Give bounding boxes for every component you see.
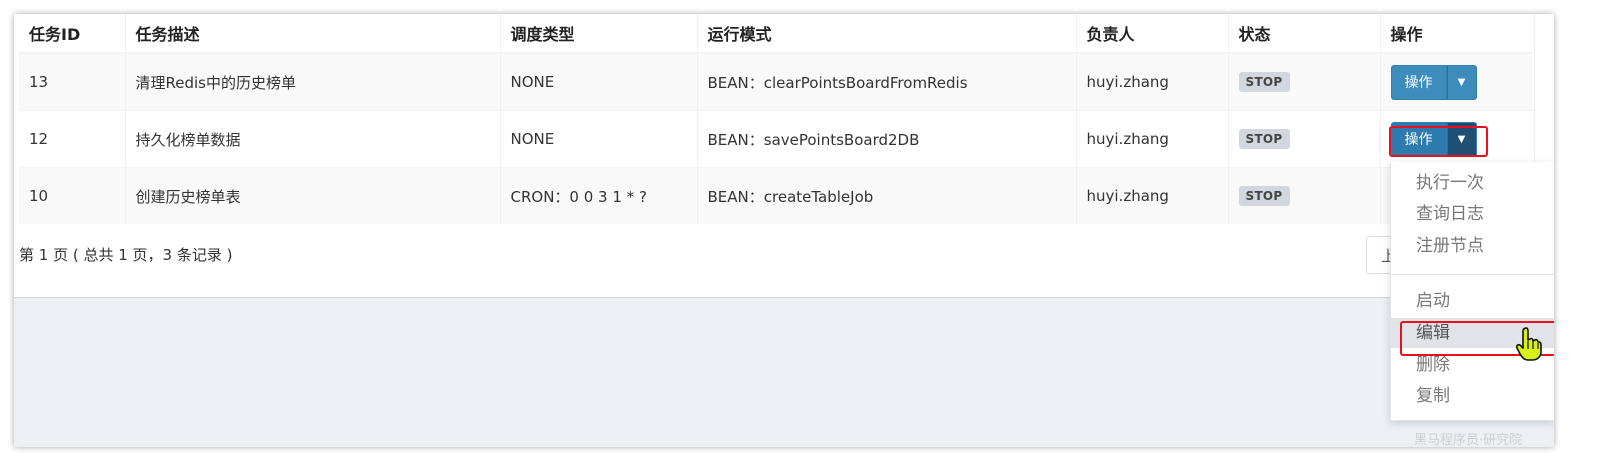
action-dropdown-menu: 执行一次 查询日志 注册节点 启动 编辑 删除 复制 xyxy=(1390,162,1554,421)
cell-owner: huyi.zhang xyxy=(1076,167,1229,224)
cell-desc: 持久化榜单数据 xyxy=(125,110,501,168)
cell-owner: huyi.zhang xyxy=(1076,110,1229,168)
cell-owner: huyi.zhang xyxy=(1076,52,1229,111)
col-header-id[interactable]: 任务ID xyxy=(19,14,126,54)
table-row: 10 创建历史榜单表 CRON：0 0 3 1 * ? BEAN：createT… xyxy=(19,167,1535,224)
cell-desc: 清理Redis中的历史榜单 xyxy=(125,52,501,111)
hand-pointer-icon xyxy=(1515,327,1542,365)
col-header-status[interactable]: 状态 xyxy=(1228,14,1381,54)
cell-status: STOP xyxy=(1228,110,1381,168)
cell-mode: BEAN：clearPointsBoardFromRedis xyxy=(697,52,1077,111)
menu-item-run-once[interactable]: 执行一次 xyxy=(1391,168,1554,198)
menu-item-register-node[interactable]: 注册节点 xyxy=(1391,231,1554,261)
cell-mode: BEAN：savePointsBoard2DB xyxy=(697,110,1077,168)
col-header-owner[interactable]: 负责人 xyxy=(1076,14,1229,54)
col-header-schedule[interactable]: 调度类型 xyxy=(500,14,698,54)
cell-status: STOP xyxy=(1228,52,1381,111)
cell-schedule: NONE xyxy=(500,110,698,168)
action-button-group: 操作 ▼ xyxy=(1390,64,1477,100)
col-header-action: 操作 xyxy=(1380,14,1535,54)
app-frame: 任务ID 任务描述 调度类型 运行模式 负责人 状态 操作 13 清理Redis… xyxy=(14,14,1554,447)
cell-status: STOP xyxy=(1228,167,1381,224)
pagination-summary: 第 1 页 ( 总共 1 页，3 条记录 ) xyxy=(19,246,233,264)
status-badge: STOP xyxy=(1238,72,1290,92)
action-dropdown-toggle[interactable]: ▼ xyxy=(1446,64,1477,100)
status-badge: STOP xyxy=(1238,186,1290,206)
table-row: 12 持久化榜单数据 NONE BEAN：savePointsBoard2DB … xyxy=(19,110,1535,168)
cell-id: 10 xyxy=(19,167,126,224)
action-button[interactable]: 操作 xyxy=(1390,64,1447,100)
cell-id: 12 xyxy=(19,110,126,168)
job-table: 任务ID 任务描述 调度类型 运行模式 负责人 状态 操作 13 清理Redis… xyxy=(19,14,1535,224)
col-header-mode[interactable]: 运行模式 xyxy=(697,14,1077,54)
cell-mode: BEAN：createTableJob xyxy=(697,167,1077,224)
cell-schedule: NONE xyxy=(500,52,698,111)
cell-schedule: CRON：0 0 3 1 * ? xyxy=(500,167,698,224)
col-header-desc[interactable]: 任务描述 xyxy=(125,14,501,54)
cell-id: 13 xyxy=(19,52,126,111)
cell-desc: 创建历史榜单表 xyxy=(125,167,501,224)
cell-action: 操作 ▼ xyxy=(1380,52,1535,111)
table-row: 13 清理Redis中的历史榜单 NONE BEAN：clearPointsBo… xyxy=(19,52,1535,111)
menu-item-start[interactable]: 启动 xyxy=(1391,286,1554,316)
menu-item-query-log[interactable]: 查询日志 xyxy=(1391,199,1554,229)
watermark: 黑马程序员·研究院 xyxy=(1414,433,1523,447)
menu-item-copy[interactable]: 复制 xyxy=(1391,381,1554,411)
table-header-row: 任务ID 任务描述 调度类型 运行模式 负责人 状态 操作 xyxy=(19,14,1535,54)
highlight-action-button xyxy=(1389,126,1488,157)
status-badge: STOP xyxy=(1238,129,1290,149)
menu-divider xyxy=(1391,274,1554,275)
job-list-panel: 任务ID 任务描述 调度类型 运行模式 负责人 状态 操作 13 清理Redis… xyxy=(14,14,1554,298)
caret-down-icon: ▼ xyxy=(1457,76,1466,88)
